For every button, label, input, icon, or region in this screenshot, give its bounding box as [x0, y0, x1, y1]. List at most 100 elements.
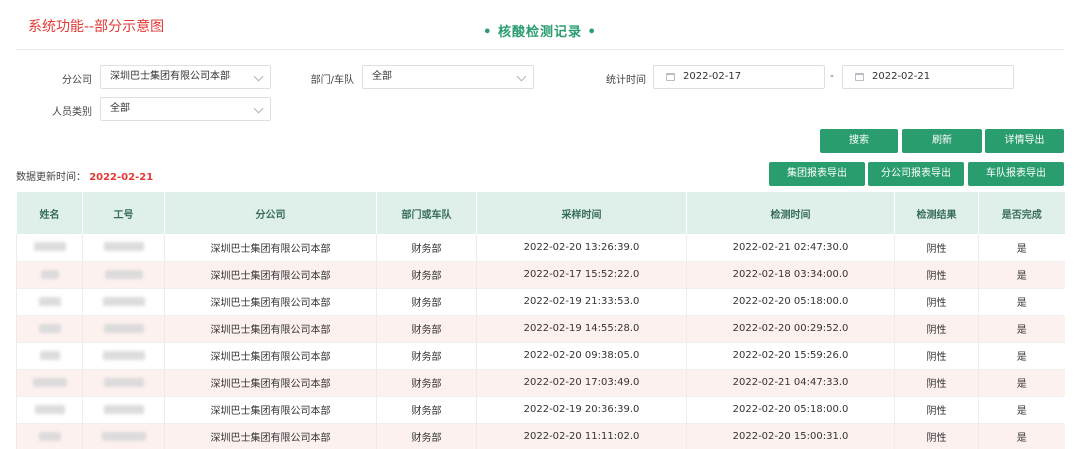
redacted-text: [103, 323, 144, 333]
company-select[interactable]: 深圳巴士集团有限公司本部: [100, 65, 271, 89]
cell-name: [16, 369, 83, 397]
header-result[interactable]: 检测结果: [894, 192, 979, 234]
start-date-input[interactable]: 2022-02-17: [653, 65, 825, 89]
cell-company: 深圳巴士集团有限公司本部: [164, 261, 377, 289]
cell-result: 阴性: [894, 369, 979, 397]
update-time-label: 数据更新时间：: [16, 172, 86, 183]
redacted-text: [102, 350, 145, 360]
cell-result: 阴性: [894, 234, 979, 262]
header-done[interactable]: 是否完成: [978, 192, 1065, 234]
cell-company: 深圳巴士集团有限公司本部: [164, 288, 377, 316]
chevron-down-icon: [253, 103, 264, 114]
header-name[interactable]: 姓名: [16, 192, 83, 234]
table-row[interactable]: 深圳巴士集团有限公司本部 财务部 2022-02-17 15:52:22.0 2022…: [16, 261, 1065, 289]
cell-name: [16, 423, 83, 449]
cell-sample-time: 2022-02-20 13:26:39.0: [476, 234, 687, 262]
group-export-button[interactable]: 集团报表导出: [769, 162, 865, 186]
table-row[interactable]: 深圳巴士集团有限公司本部 财务部 2022-02-20 13:26:39.0 2022…: [16, 234, 1065, 262]
header-sample-time[interactable]: 采样时间: [476, 192, 687, 234]
cell-test-time: 2022-02-20 15:59:26.0: [686, 342, 895, 370]
chevron-down-icon: [253, 71, 264, 82]
table-row[interactable]: 深圳巴士集团有限公司本部 财务部 2022-02-20 09:38:05.0 2022…: [16, 342, 1065, 370]
header-test-time[interactable]: 检测时间: [686, 192, 895, 234]
cell-sample-time: 2022-02-20 09:38:05.0: [476, 342, 687, 370]
stat-time-label: 统计时间: [606, 75, 646, 86]
redacted-text: [101, 431, 146, 441]
detail-export-button[interactable]: 详情导出: [985, 129, 1064, 153]
cell-done: 是: [978, 261, 1065, 289]
cell-staff-id: [82, 342, 165, 370]
refresh-button[interactable]: 刷新: [902, 129, 982, 153]
cell-test-time: 2022-02-20 00:29:52.0: [686, 315, 895, 343]
cell-staff-id: [82, 396, 165, 424]
cell-dept: 财务部: [376, 369, 477, 397]
cell-staff-id: [82, 261, 165, 289]
redacted-text: [34, 404, 65, 414]
redacted-text: [40, 269, 59, 279]
cell-done: 是: [978, 234, 1065, 262]
cell-sample-time: 2022-02-19 14:55:28.0: [476, 315, 687, 343]
dept-select[interactable]: 全部: [362, 65, 534, 89]
cell-dept: 财务部: [376, 234, 477, 262]
redacted-text: [104, 269, 143, 279]
records-table: 姓名 工号 分公司 部门或车队 采样时间 检测时间 检测结果 是否完成 深圳巴士…: [16, 192, 1065, 449]
table-row[interactable]: 深圳巴士集团有限公司本部 财务部 2022-02-19 21:33:53.0 2022…: [16, 288, 1065, 316]
redacted-text: [38, 431, 61, 441]
header-staff-id[interactable]: 工号: [82, 192, 165, 234]
page-title: • 核酸检测记录 •: [483, 25, 597, 40]
header-dept[interactable]: 部门或车队: [376, 192, 477, 234]
cell-result: 阴性: [894, 423, 979, 449]
cell-done: 是: [978, 423, 1065, 449]
cell-name: [16, 342, 83, 370]
redacted-text: [103, 242, 144, 252]
header-company[interactable]: 分公司: [164, 192, 377, 234]
cell-done: 是: [978, 369, 1065, 397]
search-button[interactable]: 搜索: [820, 129, 898, 153]
update-time: 数据更新时间： 2022-02-21: [16, 168, 153, 183]
redacted-text: [32, 377, 67, 387]
redacted-text: [103, 404, 144, 414]
end-date-input[interactable]: 2022-02-21: [842, 65, 1014, 89]
cell-sample-time: 2022-02-20 11:11:02.0: [476, 423, 687, 449]
cell-test-time: 2022-02-18 03:34:00.0: [686, 261, 895, 289]
table-row[interactable]: 深圳巴士集团有限公司本部 财务部 2022-02-19 14:55:28.0 2022…: [16, 315, 1065, 343]
table-row[interactable]: 深圳巴士集团有限公司本部 财务部 2022-02-20 17:03:49.0 2022…: [16, 369, 1065, 397]
cell-result: 阴性: [894, 342, 979, 370]
staff-type-select-value: 全部: [110, 103, 130, 114]
table-row[interactable]: 深圳巴士集团有限公司本部 财务部 2022-02-20 11:11:02.0 2022…: [16, 423, 1065, 449]
date-separator: -: [830, 69, 834, 82]
end-date-value: 2022-02-21: [872, 71, 931, 82]
table-row[interactable]: 深圳巴士集团有限公司本部 财务部 2022-02-19 20:36:39.0 2022…: [16, 396, 1065, 424]
cell-done: 是: [978, 288, 1065, 316]
cell-company: 深圳巴士集团有限公司本部: [164, 396, 377, 424]
cell-staff-id: [82, 288, 165, 316]
calendar-icon: [666, 73, 675, 81]
chevron-down-icon: [516, 71, 527, 82]
team-export-button[interactable]: 车队报表导出: [968, 162, 1064, 186]
cell-company: 深圳巴士集团有限公司本部: [164, 369, 377, 397]
cell-sample-time: 2022-02-19 21:33:53.0: [476, 288, 687, 316]
cell-name: [16, 396, 83, 424]
cell-staff-id: [82, 315, 165, 343]
company-label: 分公司: [62, 75, 92, 86]
redacted-text: [38, 323, 61, 333]
redacted-text: [38, 296, 61, 306]
cell-dept: 财务部: [376, 396, 477, 424]
branch-export-button[interactable]: 分公司报表导出: [868, 162, 964, 186]
cell-sample-time: 2022-02-19 20:36:39.0: [476, 396, 687, 424]
cell-done: 是: [978, 396, 1065, 424]
cell-dept: 财务部: [376, 288, 477, 316]
cell-dept: 财务部: [376, 261, 477, 289]
cell-company: 深圳巴士集团有限公司本部: [164, 234, 377, 262]
cell-test-time: 2022-02-21 04:47:33.0: [686, 369, 895, 397]
cell-name: [16, 288, 83, 316]
table-header-row: 姓名 工号 分公司 部门或车队 采样时间 检测时间 检测结果 是否完成: [16, 192, 1065, 234]
cell-result: 阴性: [894, 261, 979, 289]
cell-done: 是: [978, 342, 1065, 370]
dept-select-value: 全部: [372, 71, 392, 82]
cell-test-time: 2022-02-20 05:18:00.0: [686, 288, 895, 316]
company-select-value: 深圳巴士集团有限公司本部: [110, 71, 230, 82]
cell-company: 深圳巴士集团有限公司本部: [164, 423, 377, 449]
cell-name: [16, 315, 83, 343]
staff-type-select[interactable]: 全部: [100, 97, 271, 121]
